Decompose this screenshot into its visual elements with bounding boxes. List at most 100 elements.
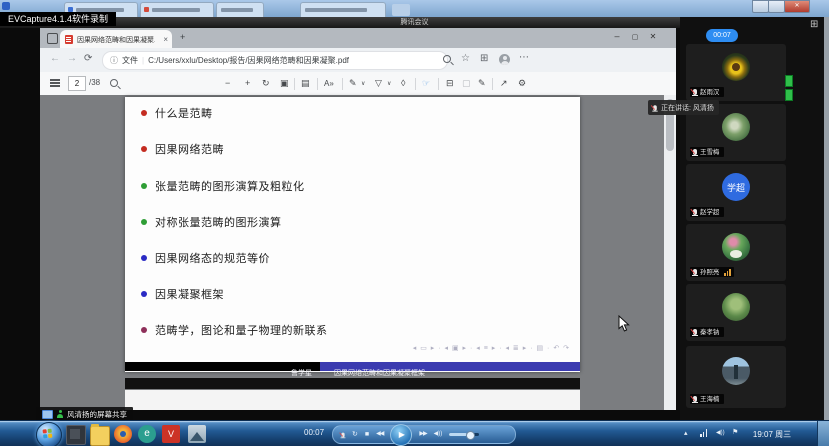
action-center-icon[interactable]: ⚑ [732, 428, 738, 436]
edge-tabstrip: 因果网络范畴和因果凝聚.pdf × + – ▢ ✕ [40, 28, 676, 48]
volume-slider[interactable] [449, 433, 479, 436]
edge-minimize-icon[interactable]: – [608, 31, 626, 41]
pdf-search-icon[interactable] [110, 79, 118, 87]
favorites-star-icon[interactable]: ☆ [461, 53, 470, 64]
network-icon[interactable] [700, 429, 708, 437]
mic-muted-icon [693, 396, 697, 402]
bullet-dot [141, 219, 147, 225]
participant-avatar [722, 357, 750, 385]
participant-tile[interactable]: 赵雨汉 [686, 44, 786, 101]
bullet-dot [141, 183, 147, 189]
play-button[interactable]: ▶ [390, 424, 412, 446]
show-desktop-button[interactable] [817, 421, 829, 446]
participant-avatar [722, 53, 750, 81]
record-mic-icon[interactable] [341, 432, 344, 437]
rotate-icon[interactable]: ↻ [262, 72, 270, 95]
tab-actions-icon[interactable] [47, 33, 58, 44]
edge-close-icon[interactable]: ✕ [644, 32, 662, 41]
draw-icon[interactable]: ✎ [349, 72, 357, 95]
mic-muted-icon [693, 149, 697, 155]
edit-icon[interactable]: ✎ [478, 72, 486, 95]
mic-muted-icon [693, 209, 697, 215]
settings-gear-icon[interactable]: ⚙ [518, 72, 526, 95]
pdf-scrollbar[interactable] [664, 95, 676, 410]
taskbar-clock[interactable]: 19:07 周三 [744, 429, 800, 440]
volume-tray-icon[interactable]: ◀)) [716, 429, 725, 436]
draw-caret-icon[interactable]: ∨ [361, 73, 365, 96]
background-tab[interactable] [216, 2, 264, 18]
repeat-icon[interactable]: ↻ [352, 427, 358, 442]
stop-icon[interactable]: ■ [365, 427, 369, 442]
tray-expand-icon[interactable]: ▴ [684, 429, 688, 437]
back-icon[interactable]: ← [50, 53, 60, 64]
participant-name: 秦孝钠 [700, 327, 719, 336]
volume-icon[interactable]: ◀)) [434, 427, 443, 442]
print-icon[interactable]: ⊟ [446, 72, 454, 95]
meeting-timer-badge: 00:07 [706, 29, 738, 42]
refresh-icon[interactable]: ⟳ [84, 53, 92, 64]
fast-forward-icon[interactable]: ▶▶ [419, 427, 426, 442]
participant-name: 王海楠 [700, 394, 719, 403]
erase-icon[interactable]: ◊ [401, 72, 405, 95]
monitor-icon [42, 410, 53, 419]
slide-bullet: 范畴学，图论和量子物理的新联系 [141, 323, 328, 337]
layout-grid-icon[interactable]: ⊞ [810, 19, 818, 30]
maximize-button[interactable] [768, 0, 785, 13]
fit-page-icon[interactable]: ▣ [280, 72, 289, 95]
slide-bullet: 因果网络态的规范等价 [141, 251, 270, 265]
more-menu-icon[interactable]: ⋯ [519, 52, 529, 63]
meeting-sidebar: ⊞ 00:07 赵雨汉 王雪梅 学超 赵学超 孙照亮 秦孝钠 王海楠 [680, 17, 829, 420]
red-app-icon[interactable]: V [162, 425, 180, 443]
folder-icon[interactable] [90, 426, 110, 446]
new-tab-icon[interactable]: + [180, 32, 185, 42]
edge-addressbar: ← → ⟳ ⓘ 文件 | C:/Users/xxlu/Desktop/报告/因果… [40, 48, 676, 73]
slide-bullet: 因果网络范畴 [141, 142, 224, 156]
screen-edge-strip [824, 17, 829, 420]
browser-e-icon[interactable]: e [138, 425, 156, 443]
slide-footer-title: 因果网络范畴和因果凝聚框架 [320, 370, 425, 377]
page-view-icon[interactable]: ▤ [301, 72, 310, 95]
tab-close-icon[interactable]: × [163, 35, 168, 44]
profile-avatar-icon[interactable] [499, 54, 510, 65]
page-number-input[interactable] [68, 76, 86, 91]
participant-tile[interactable]: 孙照亮 [686, 224, 786, 281]
save-icon[interactable]: ▢ [462, 72, 471, 95]
page-total-label: /38 [89, 78, 100, 87]
background-tab[interactable] [140, 2, 214, 18]
participant-name: 王雪梅 [700, 147, 719, 156]
highlight-caret-icon[interactable]: ∨ [387, 73, 391, 96]
read-aloud-icon[interactable]: A» [324, 72, 334, 95]
new-tab-stub[interactable] [392, 4, 410, 16]
slide-bullet: 张量范畴的图形演算及粗粒化 [141, 179, 305, 193]
firefox-icon[interactable] [114, 425, 132, 443]
background-tab[interactable] [300, 2, 386, 18]
capture-region-handle[interactable] [785, 89, 793, 101]
forward-icon[interactable]: → [67, 53, 77, 64]
contents-icon[interactable] [50, 79, 60, 81]
pdf-toolbar: /38 − + ↻ ▣ ▤ A» ✎ ∨ ▽ ∨ ◊ ☞ ⊟ ▢ ✎ ↗ ⚙ [40, 72, 676, 96]
close-icon[interactable]: ✕ [784, 0, 810, 13]
hand-tool-icon[interactable]: ☞ [422, 72, 430, 95]
start-button[interactable] [36, 422, 62, 446]
photo-app-icon[interactable] [188, 425, 206, 443]
zoom-page-icon[interactable] [443, 55, 451, 63]
zoom-out-icon[interactable]: − [225, 72, 230, 95]
participant-tile[interactable]: 秦孝钠 [686, 284, 786, 341]
beamer-nav-symbols[interactable]: ◂ ▭ ▸ · ◂ ▣ ▸ · ◂ ≡ ▸ · ◂ ≣ ▸ · ▤ · ↶ ↷ [413, 344, 570, 352]
windows-taskbar: e V 00:07 ↻ ■ ◀◀ ▶ ▶▶ ◀)) ▴ ◀)) ⚑ 19:07 … [0, 420, 829, 446]
expand-icon[interactable]: ↗ [500, 72, 508, 95]
participant-tile[interactable]: 王海楠 [686, 346, 786, 408]
highlight-icon[interactable]: ▽ [375, 72, 382, 95]
taskbar-app-icon[interactable] [66, 425, 86, 445]
tab-pdf[interactable]: 因果网络范畴和因果凝聚.pdf × [60, 30, 172, 48]
url-divider: | [142, 56, 144, 65]
capture-region-handle[interactable] [785, 75, 793, 87]
edge-maximize-icon[interactable]: ▢ [626, 33, 644, 41]
minimize-button[interactable] [752, 0, 769, 13]
participant-tile[interactable]: 学超 赵学超 [686, 164, 786, 221]
zoom-in-icon[interactable]: + [245, 72, 250, 95]
slide-footer-author: 鲁学星 [291, 370, 320, 377]
url-field[interactable]: ⓘ 文件 | C:/Users/xxlu/Desktop/报告/因果网络范畴和因… [102, 51, 448, 70]
rewind-icon[interactable]: ◀◀ [376, 427, 383, 442]
collections-icon[interactable]: ⊞ [480, 53, 488, 64]
